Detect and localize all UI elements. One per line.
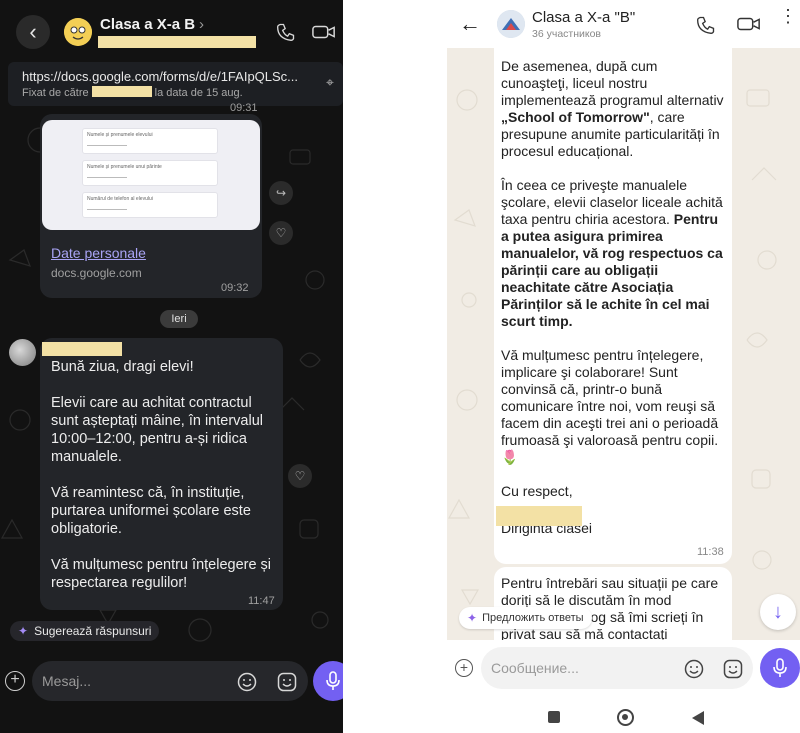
chat-title-text: Clasa a X-a B [100, 16, 196, 33]
pinned-message-banner[interactable]: https://docs.google.com/forms/d/e/1FAIpQ… [8, 62, 343, 106]
chat-title[interactable]: Clasa a X-a B › [100, 16, 204, 33]
form-field-label: Numele și prenumele unui părinte [87, 164, 162, 170]
suggest-replies-button[interactable]: ✦ Предложить ответы [459, 607, 592, 629]
heart-icon[interactable]: ♡ [269, 221, 293, 245]
group-avatar[interactable] [497, 10, 525, 38]
more-options-icon[interactable]: ⋮ [779, 7, 797, 25]
share-icon[interactable]: ↪ [269, 181, 293, 205]
message-text-span: Vă mulțumesc pentru înțelegere, implicar… [501, 347, 719, 448]
sparkle-icon: ✦ [18, 624, 29, 638]
date-separator: Ieri [160, 310, 198, 328]
emoji-icon[interactable] [237, 672, 257, 692]
back-arrow-icon[interactable]: ← [459, 11, 481, 37]
composer-bar: + [447, 640, 800, 733]
group-avatar[interactable] [64, 18, 92, 46]
nav-back-icon[interactable] [692, 711, 704, 725]
message-paragraph: În ceea ce priveşte manualele şcolare, e… [501, 177, 729, 330]
recent-apps-icon[interactable] [548, 711, 560, 723]
tulip-emoji: 🌷 [501, 449, 519, 465]
message-text-span: De asemenea, după cum cunoaşteţi, liceul… [501, 58, 724, 108]
back-button[interactable]: ‹ [16, 15, 50, 49]
pinned-by-line: Fixat de către la data de 15 aug. [22, 86, 243, 99]
school-logo-icon [497, 10, 525, 38]
chat-title[interactable]: Clasa a X-a "B" [532, 9, 635, 26]
right-chat-header: ← Clasa a X-a "B" 36 участников ⋮ [447, 0, 800, 48]
microphone-icon [326, 671, 340, 690]
message-bold-span: „School of Tomorrow" [501, 109, 650, 125]
suggest-replies-button[interactable]: ✦ Sugerează răspunsuri [10, 621, 160, 641]
participants-count: 36 участников [532, 28, 602, 40]
attach-plus-icon[interactable]: + [5, 671, 25, 691]
pinned-suffix: la data de 15 aug. [154, 87, 243, 99]
phone-icon[interactable] [696, 15, 716, 35]
left-chat-header: ‹ Clasa a X-a B › [0, 0, 343, 62]
text-message-bubble[interactable]: De asemenea, după cum cunoaşteţi, liceul… [494, 48, 732, 564]
unpin-icon[interactable]: ⌖ [326, 74, 334, 91]
face-avatar-icon [64, 18, 92, 46]
message-text: Bună ziua, dragi elevi! Elevii care au a… [51, 359, 272, 591]
scroll-down-button[interactable]: ↓ [760, 594, 796, 630]
pinned-url: https://docs.google.com/forms/d/e/1FAIpQ… [22, 69, 299, 84]
redacted-subtitle [98, 36, 256, 48]
closing-line: Cu respect, [501, 483, 573, 499]
form-field-card: Numărul de telefon al elevului [82, 192, 218, 218]
text-message-bubble[interactable]: Bună ziua, dragi elevi! Elevii care au a… [40, 338, 283, 610]
title-chevron-icon: › [199, 16, 205, 33]
redacted-name [91, 86, 152, 97]
screenshot-gap [343, 0, 447, 733]
message-time: 09:32 [221, 282, 249, 294]
message-input-box[interactable] [481, 647, 753, 689]
link-preview-image[interactable]: Numele și prenumele elevului Numele și p… [42, 120, 260, 230]
sender-avatar[interactable] [9, 339, 36, 366]
sparkle-icon: ✦ [467, 611, 478, 625]
right-chat-screen: ← Clasa a X-a "B" 36 участников ⋮ De ase… [447, 0, 800, 733]
form-field-card: Numele și prenumele elevului [82, 128, 218, 154]
message-time: 11:38 [697, 546, 724, 558]
attach-plus-icon[interactable]: + [455, 659, 473, 677]
video-icon[interactable] [737, 16, 761, 32]
message-time: 11:47 [248, 595, 275, 607]
chevron-left-icon: ‹ [29, 19, 37, 44]
suggest-replies-label: Sugerează răspunsuri [34, 624, 152, 638]
message-input[interactable] [42, 671, 222, 691]
emoji-icon[interactable] [684, 659, 704, 679]
link-domain: docs.google.com [51, 266, 142, 280]
message-time: 09:31 [230, 102, 258, 114]
form-field-card: Numele și prenumele unui părinte [82, 160, 218, 186]
suggest-replies-label: Предложить ответы [482, 612, 584, 624]
message-paragraph: Vă mulțumesc pentru înțelegere, implicar… [501, 347, 729, 466]
pinned-prefix: Fixat de către [22, 87, 89, 99]
video-icon[interactable] [312, 24, 336, 40]
home-icon[interactable] [617, 709, 634, 726]
message-paragraph: De asemenea, după cum cunoaşteţi, liceul… [501, 58, 729, 160]
sticker-icon[interactable] [723, 659, 743, 679]
heart-icon[interactable]: ♡ [288, 464, 312, 488]
message-text: De asemenea, după cum cunoaşteţi, liceul… [501, 58, 729, 537]
form-field-label: Numărul de telefon al elevului [87, 196, 153, 202]
message-input[interactable] [491, 658, 671, 678]
form-field-label: Numele și prenumele elevului [87, 132, 153, 138]
link-message-bubble[interactable]: Numele și prenumele elevului Numele și p… [40, 114, 262, 298]
message-input-box[interactable] [32, 661, 308, 701]
arrow-down-icon: ↓ [773, 600, 783, 623]
sticker-icon[interactable] [277, 672, 297, 692]
phone-icon[interactable] [276, 22, 296, 42]
microphone-button[interactable] [760, 648, 800, 688]
left-chat-screen: ‹ Clasa a X-a B › https://docs.google.com… [0, 0, 343, 733]
microphone-icon [773, 658, 787, 677]
message-bold-span: Pentru a putea asigura primirea manualel… [501, 211, 723, 329]
redacted-signature-name [496, 506, 582, 526]
redacted-sender-name [42, 342, 122, 356]
link-title[interactable]: Date personale [51, 245, 146, 261]
